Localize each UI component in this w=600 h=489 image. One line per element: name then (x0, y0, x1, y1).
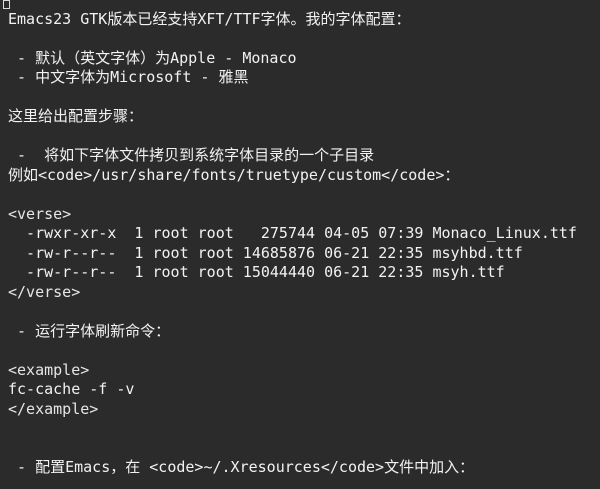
buffer-line-15[interactable]: </verse> (8, 283, 596, 302)
buffer-line-10[interactable] (8, 185, 596, 204)
buffer-line-19[interactable]: <example> (8, 361, 596, 380)
buffer-line-5[interactable] (8, 88, 596, 107)
buffer-line-21[interactable]: </example> (8, 400, 596, 419)
buffer-line-20[interactable]: fc-cache -f -v (8, 380, 596, 399)
editor-buffer[interactable]: Emacs23 GTK版本已经支持XFT/TTF字体。我的字体配置： - 默认（… (0, 0, 600, 489)
buffer-line-13[interactable]: -rw-r--r-- 1 root root 14685876 06-21 22… (8, 244, 596, 263)
buffer-line-12[interactable]: -rwxr-xr-x 1 root root 275744 04-05 07:3… (8, 224, 596, 243)
buffer-line-6[interactable]: 这里给出配置步骤： (8, 107, 596, 126)
buffer-line-2[interactable] (8, 29, 596, 48)
buffer-line-7[interactable] (8, 127, 596, 146)
buffer-line-22[interactable] (8, 419, 596, 438)
buffer-line-4[interactable]: - 中文字体为Microsoft - 雅黑 (8, 68, 596, 87)
buffer-line-23[interactable] (8, 439, 596, 458)
buffer-line-9[interactable]: 例如<code>/usr/share/fonts/truetype/custom… (8, 166, 596, 185)
buffer-line-16[interactable] (8, 302, 596, 321)
buffer-line-24[interactable]: - 配置Emacs，在 <code>~/.Xresources</code>文件… (8, 458, 596, 477)
buffer-line-18[interactable] (8, 341, 596, 360)
text-cursor (3, 0, 10, 9)
buffer-line-11[interactable]: <verse> (8, 205, 596, 224)
buffer-line-8[interactable]: - 将如下字体文件拷贝到系统字体目录的一个子目录 (8, 146, 596, 165)
buffer-line-3[interactable]: - 默认（英文字体）为Apple - Monaco (8, 49, 596, 68)
buffer-line-14[interactable]: -rw-r--r-- 1 root root 15044440 06-21 22… (8, 263, 596, 282)
buffer-line-17[interactable]: - 运行字体刷新命令： (8, 322, 596, 341)
buffer-line-1[interactable]: Emacs23 GTK版本已经支持XFT/TTF字体。我的字体配置： (8, 10, 596, 29)
